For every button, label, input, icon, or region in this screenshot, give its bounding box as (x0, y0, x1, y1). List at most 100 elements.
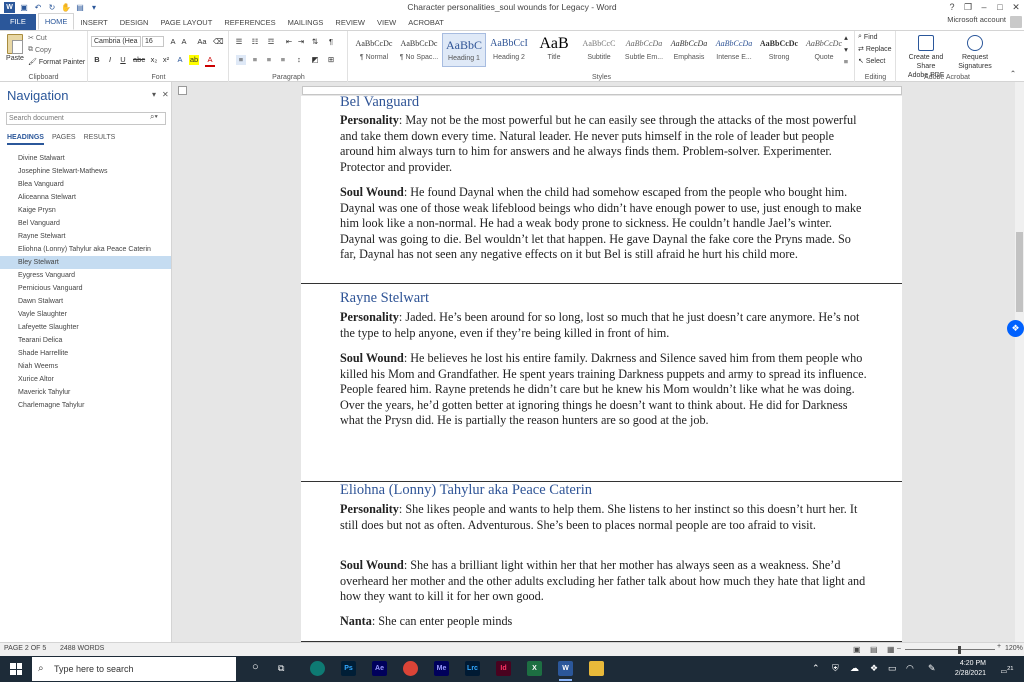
tab-selector[interactable] (178, 86, 187, 95)
nav-heading-item[interactable]: Niah Weems (0, 360, 171, 373)
nav-heading-item[interactable]: Maverick Tahylur (0, 386, 171, 399)
maximize-button[interactable]: □ (992, 0, 1008, 14)
nav-heading-item[interactable]: Charlemagne Tahylur (0, 399, 171, 412)
pane-options-icon[interactable]: ▾ (152, 90, 156, 99)
taskbar-app-icon[interactable]: Id (496, 661, 511, 676)
tab-acrobat[interactable]: ACROBAT (402, 15, 450, 30)
taskbar-app-icon[interactable]: Ps (341, 661, 356, 676)
tab-design[interactable]: DESIGN (114, 15, 155, 30)
redo-icon[interactable]: ↻ (47, 2, 57, 12)
document-page[interactable]: Bel Vanguard Personality: May not be the… (301, 96, 902, 642)
font-size-select[interactable]: 16 (142, 36, 164, 47)
style-intense-emphasis[interactable]: AaBbCcDa Intense E... (712, 33, 756, 67)
numbering-icon[interactable]: ☷ (250, 37, 260, 47)
italic-icon[interactable]: I (105, 55, 115, 65)
tab-mailings[interactable]: MAILINGS (282, 15, 330, 30)
ribbon-display-button[interactable]: ❐ (960, 0, 976, 14)
tab-review[interactable]: REVIEW (329, 15, 371, 30)
shrink-font-icon[interactable]: A (179, 37, 189, 47)
paste-button[interactable]: Paste (3, 33, 27, 62)
multilevel-list-icon[interactable]: ☲ (266, 37, 276, 47)
nav-heading-item[interactable]: Vayle Slaughter (0, 308, 171, 321)
nav-heading-item[interactable]: Bley Stelwart (0, 256, 171, 269)
help-button[interactable]: ? (944, 0, 960, 14)
select-button[interactable]: ↖ Select (858, 57, 885, 66)
style-heading-2[interactable]: AaBbCcI Heading 2 (487, 33, 531, 67)
subscript-icon[interactable]: x₂ (149, 55, 159, 65)
dropbox-tray-icon[interactable]: ❖ (870, 663, 878, 674)
format-painter-button[interactable]: 🖌 Format Painter (28, 58, 85, 67)
nav-heading-item[interactable]: Kaige Prysn (0, 204, 171, 217)
defender-icon[interactable]: ⛨ (832, 663, 839, 674)
nav-heading-item[interactable]: Eygress Vanguard (0, 269, 171, 282)
taskbar-app-icon[interactable]: Ae (372, 661, 387, 676)
zoom-out-icon[interactable]: – (897, 645, 901, 652)
nav-heading-item[interactable]: Divine Stalwart (0, 152, 171, 165)
nav-heading-item[interactable]: Xurice Altor (0, 373, 171, 386)
nav-heading-item[interactable]: Rayne Stelwart (0, 230, 171, 243)
style-normal[interactable]: AaBbCcDc ¶ Normal (352, 33, 396, 67)
nav-heading-item[interactable]: Blea Vanguard (0, 178, 171, 191)
borders-icon[interactable]: ⊞ (326, 55, 336, 65)
styles-scroll-down-icon[interactable]: ▾ (841, 45, 851, 55)
taskbar-app-icon[interactable]: W (558, 661, 573, 681)
nav-heading-item[interactable]: Eliohna (Lonny) Tahylur aka Peace Cateri… (0, 243, 171, 256)
undo-icon[interactable]: ↶ (33, 2, 43, 12)
minimize-button[interactable]: – (976, 0, 992, 14)
tab-insert[interactable]: INSERT (74, 15, 113, 30)
onedrive-icon[interactable]: ☁ (850, 663, 859, 674)
zoom-in-icon[interactable]: + (997, 643, 1001, 650)
tab-references[interactable]: REFERENCES (218, 15, 281, 30)
vertical-scrollbar[interactable] (1015, 82, 1024, 642)
grow-font-icon[interactable]: A (168, 37, 178, 47)
style-quote[interactable]: AaBbCcDc Quote (802, 33, 846, 67)
windows-start-icon[interactable] (10, 663, 22, 675)
tab-headings[interactable]: HEADINGS (7, 134, 44, 145)
save-icon[interactable]: ▣ (19, 2, 29, 12)
strikethrough-icon[interactable]: abc (133, 55, 145, 65)
ruler-area[interactable] (302, 86, 902, 95)
show-hidden-icons[interactable]: ⌃ (812, 663, 820, 674)
replace-button[interactable]: ⇄ Replace (858, 45, 892, 54)
justify-icon[interactable]: ≡ (278, 55, 288, 65)
web-layout-icon[interactable]: ▦ (887, 645, 895, 654)
task-view-icon[interactable]: ⧉ (278, 663, 284, 674)
search-input[interactable]: Search document (6, 112, 166, 125)
tab-home[interactable]: HOME (37, 13, 75, 30)
nav-heading-item[interactable]: Bel Vanguard (0, 217, 171, 230)
taskbar-search-input[interactable]: ⌕ Type here to search (32, 657, 236, 681)
account-link[interactable]: Microsoft account (947, 15, 1006, 24)
wifi-icon[interactable]: ◠ (906, 663, 914, 674)
taskbar-app-icon[interactable]: Me (434, 661, 449, 676)
tab-pages[interactable]: PAGES (52, 134, 76, 145)
line-spacing-icon[interactable]: ↕ (294, 55, 304, 65)
nav-heading-item[interactable]: Dawn Stalwart (0, 295, 171, 308)
taskbar-app-icon[interactable] (403, 661, 418, 676)
taskbar-app-icon[interactable]: X (527, 661, 542, 676)
styles-scroll-up-icon[interactable]: ▴ (841, 33, 851, 43)
clock[interactable]: 4:20 PM 2/28/2021 (948, 659, 986, 679)
close-button[interactable]: ✕ (1008, 0, 1024, 14)
zoom-slider[interactable] (905, 649, 995, 650)
taskbar-app-icon[interactable]: Lrc (465, 661, 480, 676)
collapse-ribbon-icon[interactable]: ⌃ (1008, 69, 1018, 79)
nav-heading-item[interactable]: Tearani Delica (0, 334, 171, 347)
cortana-icon[interactable]: ○ (252, 661, 259, 673)
nav-heading-item[interactable]: Josephine Stelwart-Mathews (0, 165, 171, 178)
zoom-level[interactable]: 120% (1005, 645, 1023, 652)
align-left-icon[interactable]: ≡ (236, 55, 246, 65)
tab-page-layout[interactable]: PAGE LAYOUT (154, 15, 218, 30)
clear-formatting-icon[interactable]: ⌫ (213, 37, 224, 47)
style-title[interactable]: AaB Title (532, 33, 576, 67)
styles-more-icon[interactable]: ≡ (841, 57, 851, 67)
tab-view[interactable]: VIEW (371, 15, 402, 30)
word-count[interactable]: 2488 WORDS (60, 645, 104, 652)
decrease-indent-icon[interactable]: ⇤ (284, 37, 294, 47)
superscript-icon[interactable]: x² (161, 55, 171, 65)
avatar[interactable] (1010, 16, 1022, 28)
search-icon[interactable]: ⌕▾ (150, 112, 158, 122)
increase-indent-icon[interactable]: ⇥ (296, 37, 306, 47)
dropbox-icon[interactable]: ❖ (1007, 320, 1024, 337)
highlight-icon[interactable]: ab (189, 55, 199, 65)
read-mode-icon[interactable]: ▣ (853, 645, 861, 654)
